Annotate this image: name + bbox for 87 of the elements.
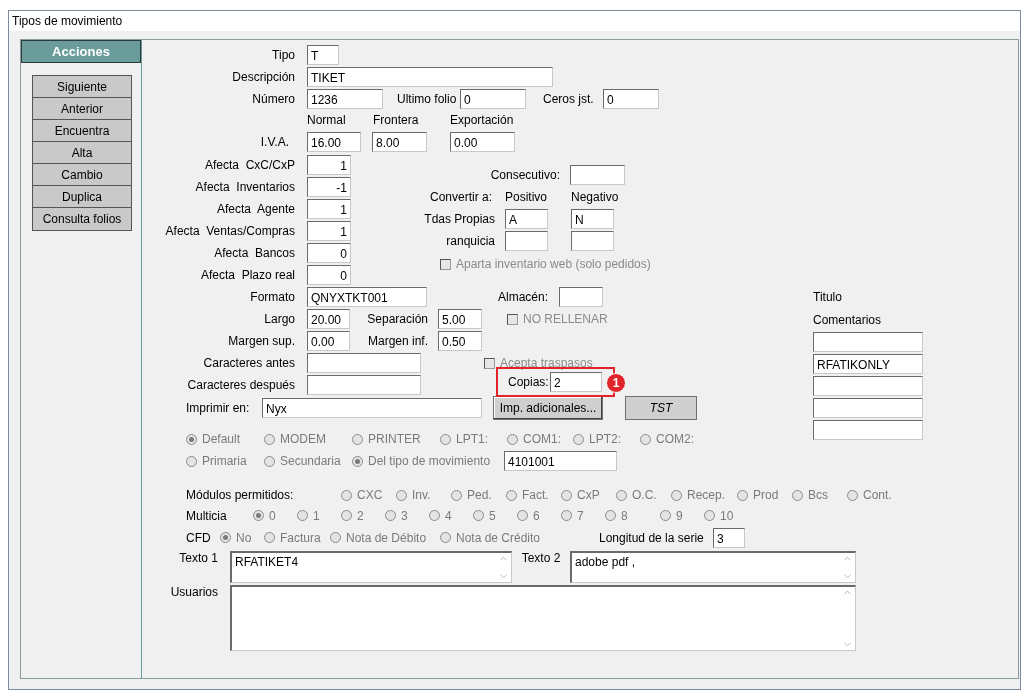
input-field[interactable]: 0 bbox=[460, 89, 526, 109]
input-field[interactable]: 5.00 bbox=[438, 309, 482, 329]
field-label: Frontera bbox=[373, 113, 420, 127]
field-label: Texto 2 bbox=[520, 551, 562, 565]
field-label: Largo bbox=[263, 312, 296, 326]
field-label: Caracteres antes bbox=[202, 356, 296, 370]
test-button[interactable]: TST bbox=[625, 396, 697, 420]
field-label: Afecta Agente bbox=[215, 202, 296, 216]
input-field[interactable] bbox=[813, 420, 923, 440]
field-label: Separación bbox=[366, 312, 429, 326]
field-label: Negativo bbox=[571, 190, 620, 204]
action-button[interactable]: Siguiente bbox=[33, 76, 131, 98]
field-label: I.V.A. bbox=[259, 135, 290, 149]
field-label: Afecta Inventarios bbox=[194, 180, 296, 194]
input-field[interactable]: 1 bbox=[307, 199, 351, 219]
input-field[interactable] bbox=[505, 231, 548, 251]
input-field[interactable]: 0.00 bbox=[307, 331, 350, 351]
field-label: Margen sup. bbox=[227, 334, 296, 348]
field-label: Consecutivo: bbox=[489, 168, 561, 182]
field-label: Margen inf. bbox=[366, 334, 429, 348]
field-label: Longitud de la serie bbox=[599, 530, 705, 545]
sidebar-header: Acciones bbox=[21, 40, 141, 63]
field-label: Imprimir en: bbox=[186, 401, 251, 415]
field-label: Descripción bbox=[231, 70, 296, 84]
input-field[interactable]: 16.00 bbox=[307, 132, 361, 152]
field-label: Almacén: bbox=[498, 290, 550, 304]
input-field[interactable]: -1 bbox=[307, 177, 351, 197]
field-label: Afecta Bancos bbox=[213, 246, 296, 260]
action-button[interactable]: Duplica bbox=[33, 186, 131, 208]
field-label: Afecta Ventas/Compras bbox=[164, 224, 296, 238]
field-label: Comentarios bbox=[813, 312, 882, 327]
field-label: Número bbox=[251, 92, 296, 106]
input-field[interactable] bbox=[813, 398, 923, 418]
input-field[interactable]: 1236 bbox=[307, 89, 383, 109]
field-label: Ultimo folio bbox=[397, 92, 458, 106]
field-label: Exportación bbox=[450, 113, 515, 127]
additional-printers-button[interactable]: Imp. adicionales... bbox=[493, 396, 603, 420]
field-label: Tipo bbox=[271, 48, 296, 62]
action-button[interactable]: Anterior bbox=[33, 98, 131, 120]
input-field[interactable]: 20.00 bbox=[307, 309, 350, 329]
window-title: Tipos de movimiento bbox=[12, 14, 123, 28]
input-field[interactable] bbox=[559, 287, 603, 307]
field-label: Usuarios bbox=[169, 585, 219, 599]
field-label: ranquicia bbox=[445, 234, 496, 248]
input-field[interactable] bbox=[571, 231, 614, 251]
input-field[interactable] bbox=[570, 165, 625, 185]
input-field[interactable] bbox=[307, 353, 421, 373]
field-label: Afecta Plazo real bbox=[199, 268, 296, 282]
field-label: Formato bbox=[249, 290, 296, 304]
action-button[interactable]: Consulta folios bbox=[33, 208, 131, 230]
field-label: Texto 1 bbox=[178, 551, 219, 565]
input-field[interactable]: 8.00 bbox=[372, 132, 427, 152]
field-label: Tdas Propias bbox=[423, 212, 496, 226]
field-label: Caracteres después bbox=[186, 378, 296, 392]
input-field[interactable]: 0 bbox=[307, 265, 351, 285]
input-field[interactable]: 2 bbox=[550, 372, 602, 392]
field-label: Módulos permitidos: bbox=[186, 488, 295, 502]
field-label: CFD bbox=[186, 530, 212, 545]
input-field[interactable]: T bbox=[307, 45, 339, 65]
input-field[interactable]: 1 bbox=[307, 221, 351, 241]
input-field[interactable]: QNYXTKT001 bbox=[307, 287, 427, 307]
field-label: Ceros jst. bbox=[543, 92, 595, 106]
action-button[interactable]: Alta bbox=[33, 142, 131, 164]
input-field[interactable]: 3 bbox=[713, 527, 745, 548]
input-field[interactable]: 0.50 bbox=[438, 331, 482, 351]
field-label: Normal bbox=[307, 113, 347, 127]
input-field[interactable]: RFATIKONLY bbox=[813, 354, 923, 374]
action-button[interactable]: Encuentra bbox=[33, 120, 131, 142]
input-field[interactable] bbox=[307, 375, 421, 395]
input-field[interactable]: 0 bbox=[603, 89, 659, 109]
field-label: Copias: bbox=[508, 375, 550, 389]
input-field[interactable]: 0 bbox=[307, 243, 351, 263]
field-label: Afecta CxC/CxP bbox=[203, 158, 296, 172]
input-field[interactable]: A bbox=[505, 209, 548, 229]
field-label: Titulo bbox=[813, 290, 842, 304]
input-field[interactable]: 1 bbox=[307, 155, 351, 175]
input-field[interactable]: N bbox=[571, 209, 614, 229]
input-field[interactable] bbox=[813, 332, 923, 352]
input-field[interactable]: 0.00 bbox=[450, 132, 515, 152]
action-button[interactable]: Cambio bbox=[33, 164, 131, 186]
field-label: Positivo bbox=[505, 190, 549, 204]
input-field[interactable]: Nyx bbox=[262, 398, 482, 418]
input-field[interactable]: TIKET bbox=[307, 67, 553, 87]
input-field[interactable] bbox=[813, 376, 923, 396]
field-label: Convertir a: bbox=[428, 190, 493, 204]
field-label: Multicia bbox=[186, 508, 228, 523]
callout-badge: 1 bbox=[606, 373, 626, 393]
